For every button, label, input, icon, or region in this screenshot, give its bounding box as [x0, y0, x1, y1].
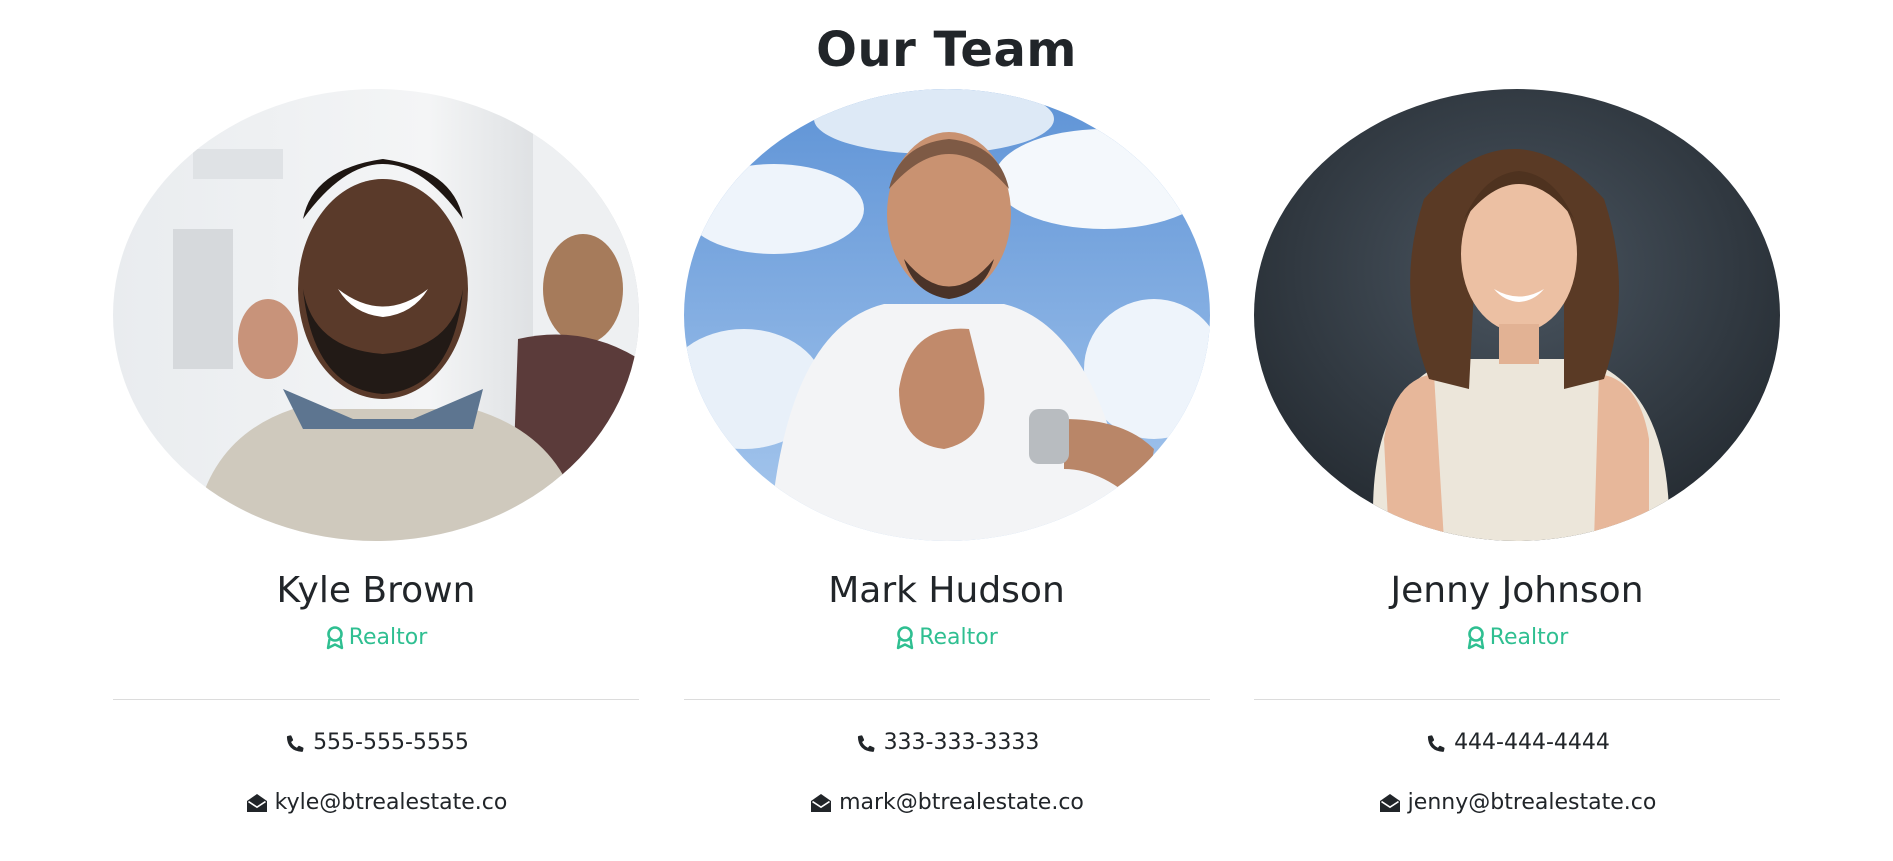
team-member-card: Jenny Johnson Realtor 444-444-4444 jenny… [1254, 89, 1780, 818]
section-title: Our Team [816, 22, 1077, 78]
team-member-card: Kyle Brown Realtor 555-555-5555 kyle@btr… [113, 89, 639, 818]
member-name: Mark Hudson [828, 570, 1065, 611]
envelope-open-icon [245, 791, 269, 815]
member-email[interactable]: kyle@btrealestate.co [245, 788, 508, 818]
member-email-text: jenny@btrealestate.co [1407, 790, 1657, 815]
member-photo [683, 89, 1210, 541]
member-phone-text: 555-555-5555 [313, 730, 469, 755]
member-role-label: Realtor [919, 625, 998, 650]
member-email-text: kyle@btrealestate.co [274, 790, 508, 815]
award-ribbon-icon [325, 626, 345, 650]
member-name: Jenny Johnson [1390, 570, 1644, 611]
phone-icon [854, 731, 878, 755]
team-row: Kyle Brown Realtor 555-555-5555 kyle@btr… [113, 89, 1780, 818]
phone-icon [283, 731, 307, 755]
divider [683, 699, 1210, 700]
team-member-card: Mark Hudson Realtor 333-333-3333 mark@bt… [683, 89, 1210, 818]
member-phone-text: 444-444-4444 [1454, 730, 1610, 755]
member-role: Realtor [325, 623, 428, 653]
phone-icon [1424, 731, 1448, 755]
member-photo [1254, 89, 1780, 541]
member-email-text: mark@btrealestate.co [839, 790, 1084, 815]
member-email[interactable]: jenny@btrealestate.co [1378, 788, 1657, 818]
member-phone[interactable]: 333-333-3333 [854, 728, 1040, 758]
team-section: Our Team Kyle Brown Realtor 555-555-5555… [0, 0, 1893, 861]
member-photo [113, 89, 639, 541]
award-ribbon-icon [895, 626, 915, 650]
member-role-label: Realtor [348, 625, 428, 650]
member-phone[interactable]: 444-444-4444 [1424, 728, 1610, 758]
member-phone[interactable]: 555-555-5555 [283, 728, 469, 758]
member-role: Realtor [1466, 623, 1569, 653]
envelope-open-icon [809, 791, 833, 815]
member-name: Kyle Brown [276, 570, 476, 611]
member-phone-text: 333-333-3333 [883, 730, 1040, 755]
envelope-open-icon [1378, 791, 1402, 815]
divider [113, 699, 639, 700]
member-role: Realtor [895, 623, 998, 653]
divider [1254, 699, 1780, 700]
award-ribbon-icon [1466, 626, 1486, 650]
member-role-label: Realtor [1489, 625, 1569, 650]
member-email[interactable]: mark@btrealestate.co [809, 788, 1084, 818]
